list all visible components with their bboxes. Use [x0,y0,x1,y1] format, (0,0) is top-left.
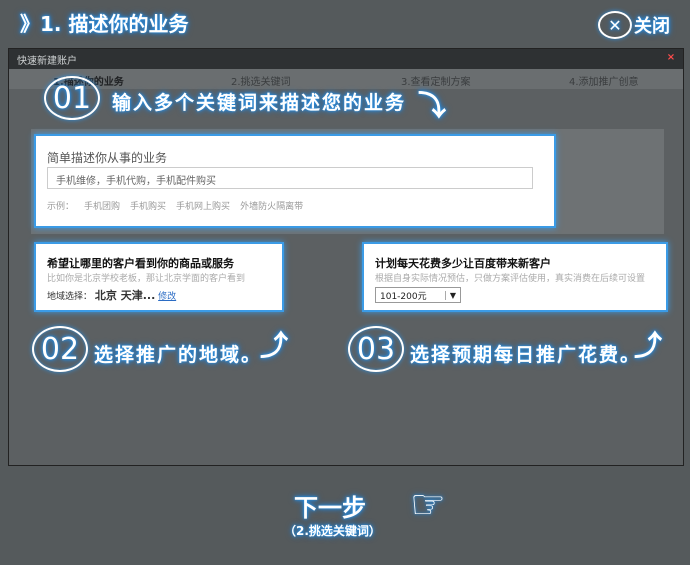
next-step-subtitle: （2.挑选关键词） [284,524,381,538]
region-value: 北京 天津... [94,289,156,302]
next-step-button[interactable]: 下一步 （2.挑选关键词） ☞ [284,482,492,548]
step3-instruction: 选择预期每日推广花费。 [410,344,642,366]
budget-card-title: 计划每天花费多少让百度带来新客户 [375,257,551,270]
next-step-label: 下一步 [294,494,366,522]
close-icon: ✕ [598,11,632,39]
example-link[interactable]: 手机网上购买 [176,202,230,212]
business-card-title: 简单描述你从事的业务 [47,151,168,165]
close-button[interactable]: ✕ 关闭 [598,10,678,40]
example-link[interactable]: 外墙防火隔离带 [240,202,303,212]
pointing-hand-icon: ☞ [410,482,446,528]
curved-arrow-icon: ⤴ [260,329,289,362]
chevron-down-icon: ▼ [444,290,456,300]
step-number-01: 01 [44,76,100,120]
example-link[interactable]: 手机购买 [130,202,166,212]
step-progress-bar: 1.描述你的业务 2.挑选关键词 3.查看定制方案 4.添加推广创意 [9,69,683,89]
region-card-subtitle: 比如你是北京学校老板，那让北京学面的客户看到 [47,274,246,284]
curved-arrow-icon: ⤴ [634,329,663,362]
close-label: 关闭 [634,16,670,37]
budget-select-value: 101-200元 [380,291,427,302]
step2-instruction: 选择推广的地域。 [94,344,263,366]
example-link[interactable]: 手机团购 [84,202,120,212]
region-label: 地域选择： [47,292,93,302]
dialog-titlebar: 快速新建账户 × [9,49,683,69]
modify-region-link[interactable]: 修改 [158,292,176,302]
dialog-title: 快速新建账户 [17,56,77,67]
business-description-card: 简单描述你从事的业务 手机维修，手机代购，手机配件购买 示例： 手机团购 手机购买手… [36,136,554,226]
step-2: 2.挑选关键词 [231,77,291,88]
dialog-close-icon[interactable]: × [665,52,677,64]
budget-card-subtitle: 根据自身实际情况预估，只做方案评估使用，真实消费在后续可设置 [375,274,646,284]
daily-budget-select[interactable]: 101-200元 ▼ [375,287,461,303]
region-card-title: 希望让哪里的客户看到你的商品或服务 [47,257,234,270]
examples-row: 示例： 手机团购 手机购买 手机网上购买 外墙防火隔离带 [47,199,313,212]
step1-instruction: 输入多个关键词来描述您的业务 [112,92,407,114]
curved-arrow-icon: ⤵ [418,89,447,122]
page-title: 》1. 描述你的业务 [20,12,189,36]
step-4: 4.添加推广创意 [569,77,639,88]
business-keywords-input[interactable]: 手机维修，手机代购，手机配件购买 [47,167,533,189]
region-select-row: 地域选择： 北京 天津... 修改 [47,287,176,303]
region-card: 希望让哪里的客户看到你的商品或服务 比如你是北京学校老板，那让北京学面的客户看到… [36,244,282,310]
step-number-03: 03 [348,326,404,372]
examples-label: 示例： [47,202,75,212]
step-number-02: 02 [32,326,88,372]
budget-card: 计划每天花费多少让百度带来新客户 根据自身实际情况预估，只做方案评估使用，真实消… [364,244,666,310]
